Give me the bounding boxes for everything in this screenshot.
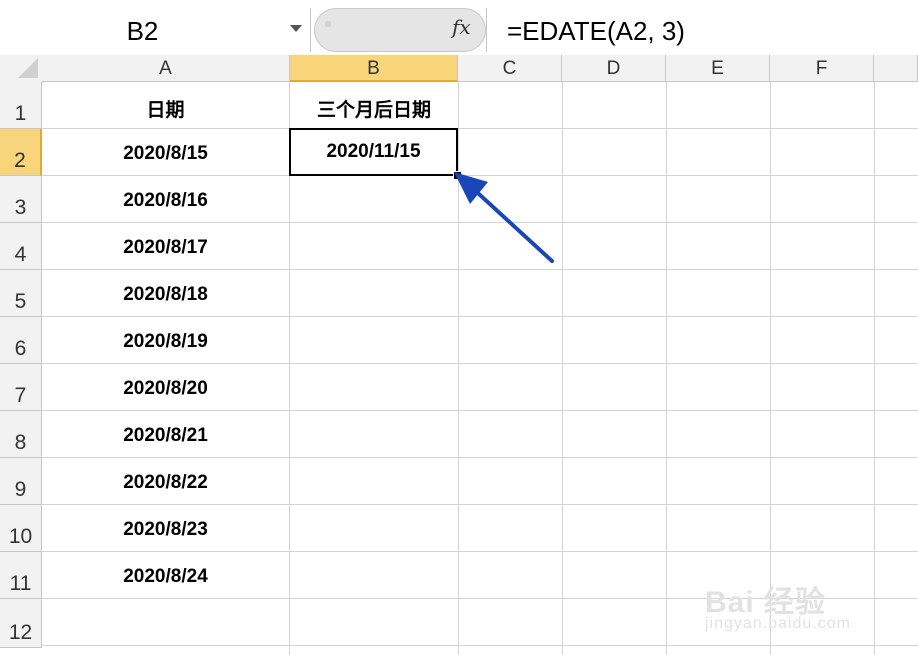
cell-a11[interactable]: 2020/8/24 bbox=[42, 566, 289, 588]
select-all-button[interactable] bbox=[0, 55, 43, 83]
cell-a2[interactable]: 2020/8/15 bbox=[42, 143, 289, 165]
row-number: 12 bbox=[8, 621, 33, 644]
row-number: 3 bbox=[14, 196, 27, 219]
grip-dot-icon bbox=[325, 21, 331, 27]
column-header-b[interactable]: B bbox=[290, 55, 458, 82]
cell-a1[interactable]: 日期 bbox=[42, 95, 289, 122]
name-box-value[interactable]: B2 bbox=[0, 8, 285, 52]
column-header-g-partial[interactable] bbox=[874, 55, 918, 82]
row-header-7[interactable]: 7 bbox=[0, 364, 42, 411]
cell-a6[interactable]: 2020/8/19 bbox=[42, 331, 289, 353]
gridline bbox=[42, 645, 918, 646]
row-number: 6 bbox=[14, 337, 27, 360]
gridline bbox=[42, 457, 918, 458]
row-number: 11 bbox=[9, 572, 32, 595]
cell-a5[interactable]: 2020/8/18 bbox=[42, 284, 289, 306]
gridline bbox=[42, 363, 918, 364]
cell-a10[interactable]: 2020/8/23 bbox=[42, 519, 289, 541]
row-header-5[interactable]: 5 bbox=[0, 270, 42, 317]
watermark: Bai 经验 jingyan.baidu.com bbox=[700, 565, 910, 645]
row-header-8[interactable]: 8 bbox=[0, 411, 42, 458]
cell-a9[interactable]: 2020/8/22 bbox=[42, 472, 289, 494]
cell-a4[interactable]: 2020/8/17 bbox=[42, 237, 289, 259]
row-number: 1 bbox=[14, 102, 27, 125]
row-number: 8 bbox=[14, 431, 27, 454]
formula-input[interactable]: =EDATE(A2, 3) bbox=[486, 8, 918, 52]
column-header-c[interactable]: C bbox=[458, 55, 562, 82]
column-header-e[interactable]: E bbox=[666, 55, 770, 82]
row-number: 7 bbox=[14, 384, 27, 407]
row-header-2[interactable]: 2 bbox=[0, 129, 42, 176]
chevron-down-icon[interactable] bbox=[290, 25, 302, 32]
row-header-3[interactable]: 3 bbox=[0, 176, 42, 223]
annotation-arrow-icon bbox=[454, 172, 554, 263]
insert-function-icon[interactable]: fx bbox=[452, 15, 471, 39]
name-box[interactable]: B2 bbox=[0, 8, 311, 52]
row-number: 10 bbox=[8, 525, 33, 548]
formula-bar: B2 fx =EDATE(A2, 3) bbox=[0, 0, 918, 56]
row-number: 9 bbox=[14, 478, 27, 501]
gridline bbox=[666, 82, 667, 655]
row-header-1[interactable]: 1 bbox=[0, 82, 42, 129]
row-header-9[interactable]: 9 bbox=[0, 458, 42, 505]
row-header-10[interactable]: 10 bbox=[0, 505, 42, 552]
row-header-12[interactable]: 12 bbox=[0, 599, 42, 648]
cell-a3[interactable]: 2020/8/16 bbox=[42, 190, 289, 212]
row-number: 2 bbox=[14, 149, 26, 172]
watermark-url: jingyan.baidu.com bbox=[705, 615, 851, 632]
cell-a7[interactable]: 2020/8/20 bbox=[42, 378, 289, 400]
gridline bbox=[42, 410, 918, 411]
row-header-11[interactable]: 11 bbox=[0, 552, 42, 599]
gridline bbox=[42, 551, 918, 552]
select-all-triangle-icon bbox=[18, 58, 38, 78]
gridline bbox=[42, 504, 918, 505]
row-number: 4 bbox=[14, 243, 27, 266]
function-area: fx bbox=[314, 8, 486, 52]
cell-b2-selected[interactable]: 2020/11/15 bbox=[289, 128, 458, 176]
cell-a8[interactable]: 2020/8/21 bbox=[42, 425, 289, 447]
column-header-d[interactable]: D bbox=[562, 55, 666, 82]
formula-text[interactable]: =EDATE(A2, 3) bbox=[507, 8, 685, 54]
row-header-4[interactable]: 4 bbox=[0, 223, 42, 270]
cell-b1[interactable]: 三个月后日期 bbox=[290, 95, 458, 122]
gridline bbox=[42, 316, 918, 317]
column-header-f[interactable]: F bbox=[770, 55, 874, 82]
gridline bbox=[42, 128, 918, 129]
column-header-a[interactable]: A bbox=[42, 55, 290, 82]
row-header-6[interactable]: 6 bbox=[0, 317, 42, 364]
row-number: 5 bbox=[14, 290, 27, 313]
